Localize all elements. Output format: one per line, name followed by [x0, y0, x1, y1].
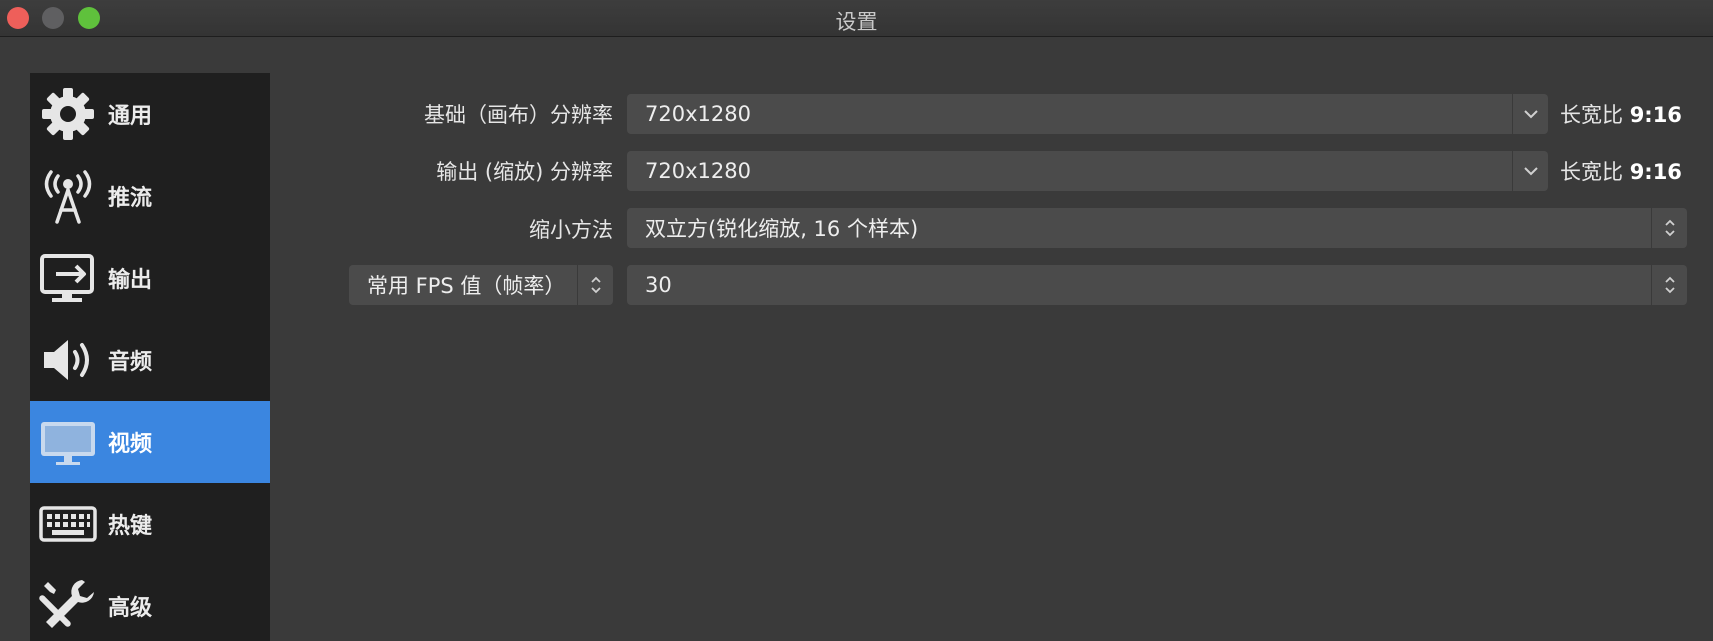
output-monitor-icon — [38, 248, 98, 308]
output-resolution-value: 720x1280 — [645, 159, 751, 183]
sidebar-item-label: 推流 — [108, 186, 153, 211]
sidebar-item-general[interactable]: 通用 — [30, 73, 270, 155]
sidebar-item-label: 通用 — [108, 104, 153, 129]
sidebar-item-audio[interactable]: 音频 — [30, 319, 270, 401]
window-title: 设置 — [835, 10, 878, 34]
fps-type-value: 常用 FPS 值（帧率） — [367, 274, 566, 298]
aspect-ratio-label: 长宽比 — [1560, 103, 1623, 127]
sidebar-item-label: 视频 — [108, 432, 153, 457]
title-bar: 设置 — [0, 0, 1713, 37]
aspect-ratio-value: 9:16 — [1629, 160, 1682, 184]
settings-sidebar: 通用 推流 输出 音频 视频 热键 高级 — [30, 73, 270, 641]
aspect-ratio-value: 9:16 — [1629, 103, 1682, 127]
chevron-down-icon[interactable] — [1512, 151, 1548, 191]
keyboard-icon — [38, 494, 98, 554]
sidebar-item-video[interactable]: 视频 — [30, 401, 270, 483]
base-resolution-label: 基础（画布）分辨率 — [424, 103, 613, 127]
sidebar-item-label: 音频 — [108, 350, 153, 375]
broadcast-tower-icon — [38, 166, 98, 226]
output-aspect-ratio: 长宽比 9:16 — [1560, 156, 1682, 186]
gear-icon — [38, 84, 98, 144]
up-down-chevron-icon[interactable] — [577, 265, 613, 305]
base-resolution-value: 720x1280 — [645, 102, 751, 126]
chevron-down-icon[interactable] — [1512, 94, 1548, 134]
sidebar-item-output[interactable]: 输出 — [30, 237, 270, 319]
sidebar-item-stream[interactable]: 推流 — [30, 155, 270, 237]
downscale-filter-value: 双立方(锐化缩放, 16 个样本) — [645, 217, 919, 241]
speaker-icon — [38, 330, 98, 390]
output-resolution-label: 输出 (缩放) 分辨率 — [436, 160, 613, 184]
settings-window: 设置 通用 推流 输出 音频 视频 热键 高级 基础（画布）分辨率 720x12… — [0, 0, 1713, 641]
downscale-filter-label: 缩小方法 — [529, 218, 613, 242]
up-down-chevron-icon[interactable] — [1651, 208, 1687, 248]
base-aspect-ratio: 长宽比 9:16 — [1560, 99, 1682, 129]
tools-icon — [38, 576, 98, 636]
downscale-filter-select[interactable]: 双立方(锐化缩放, 16 个样本) — [627, 208, 1687, 248]
sidebar-item-label: 输出 — [108, 268, 153, 293]
base-resolution-combobox[interactable]: 720x1280 — [627, 94, 1548, 134]
output-resolution-combobox[interactable]: 720x1280 — [627, 151, 1548, 191]
aspect-ratio-label: 长宽比 — [1560, 160, 1623, 184]
fps-value: 30 — [645, 273, 672, 297]
sidebar-item-label: 热键 — [108, 514, 153, 539]
fps-value-select[interactable]: 30 — [627, 265, 1687, 305]
up-down-chevron-icon[interactable] — [1651, 265, 1687, 305]
monitor-icon — [38, 412, 98, 472]
sidebar-item-hotkeys[interactable]: 热键 — [30, 483, 270, 565]
sidebar-item-label: 高级 — [108, 596, 153, 621]
fps-type-select[interactable]: 常用 FPS 值（帧率） — [349, 265, 613, 305]
sidebar-item-advanced[interactable]: 高级 — [30, 565, 270, 641]
